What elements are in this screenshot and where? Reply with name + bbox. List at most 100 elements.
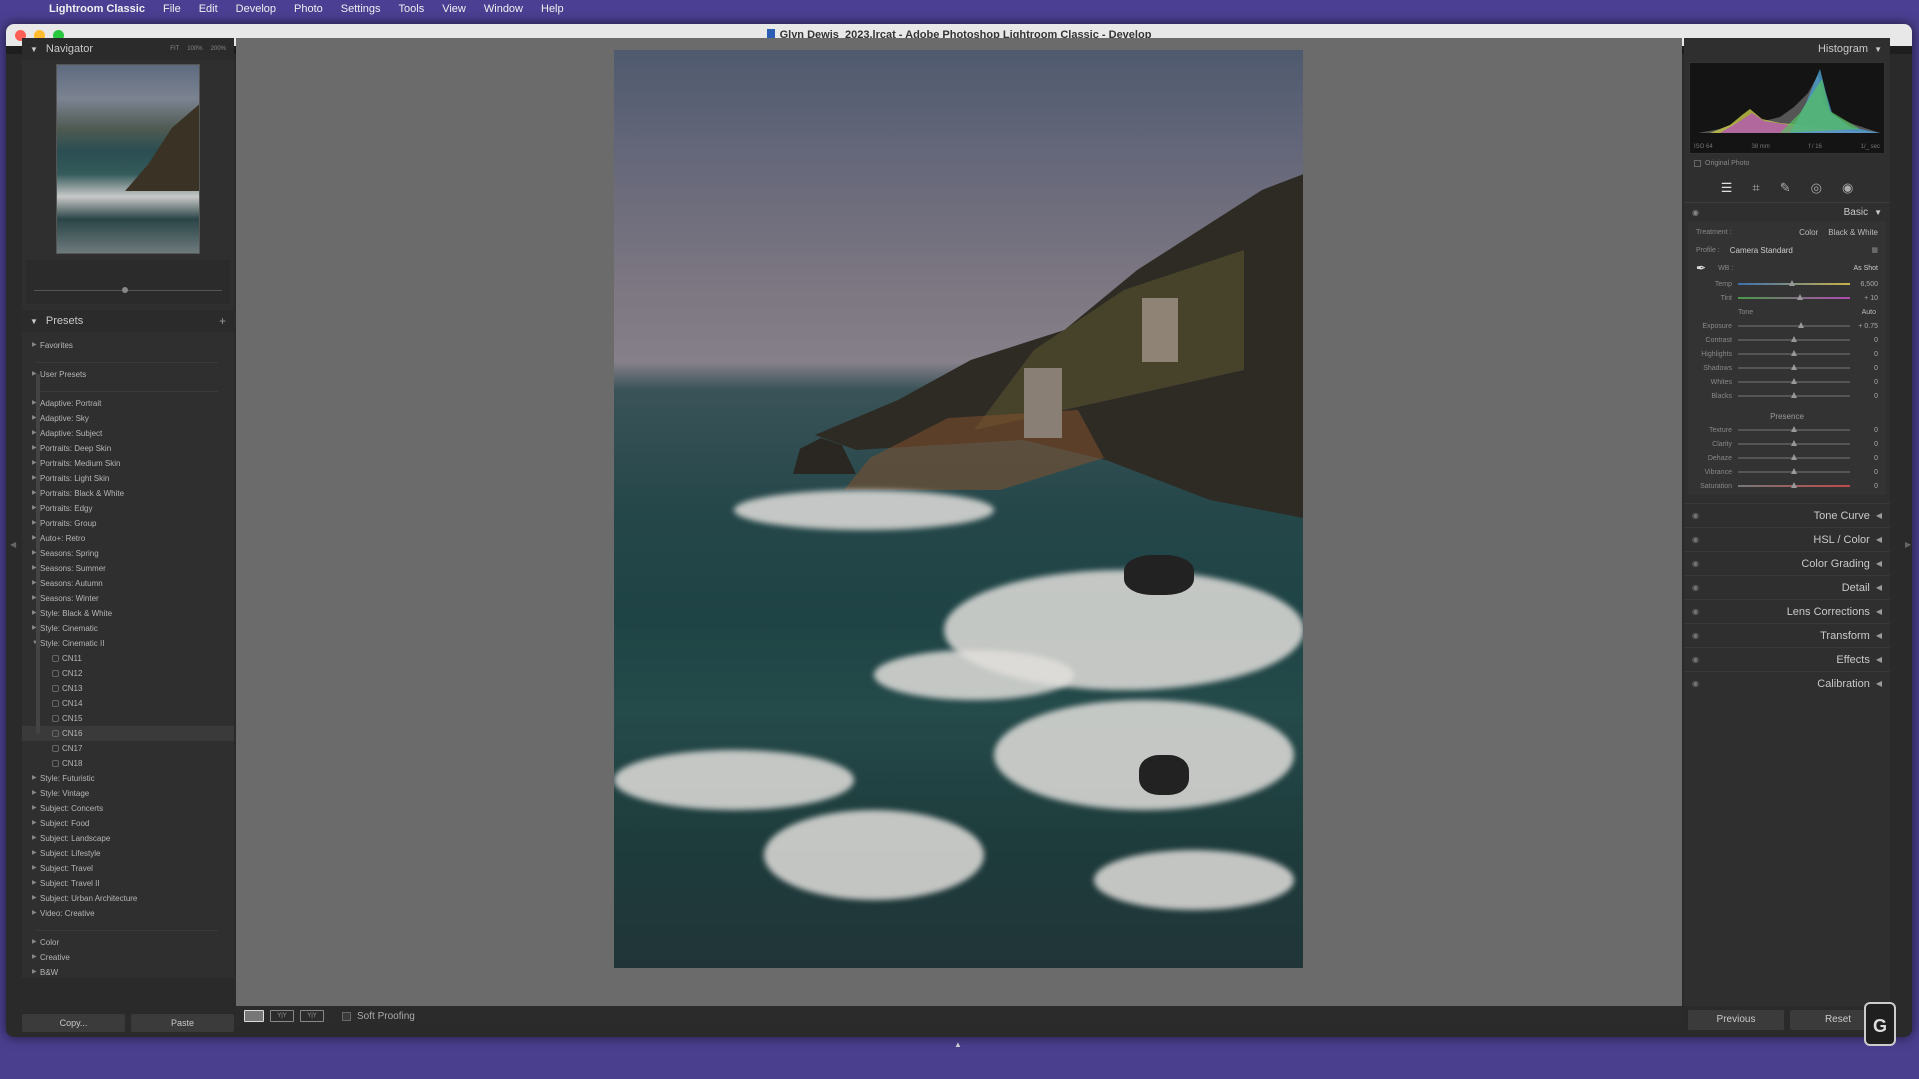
slider-value[interactable]: 0 [1856, 441, 1878, 448]
preset-group[interactable]: ▶ Style: Vintage [22, 786, 234, 801]
preset-group[interactable]: ▶ Seasons: Winter [22, 591, 234, 606]
preset-group[interactable]: ▶ Subject: Travel II [22, 876, 234, 891]
slider-value[interactable]: 0 [1856, 379, 1878, 386]
slider-value[interactable]: 0 [1856, 393, 1878, 400]
eye-icon[interactable]: ◉ [1692, 631, 1699, 640]
slider-track[interactable] [1738, 378, 1850, 384]
preset-group[interactable]: ▶ Subject: Urban Architecture [22, 891, 234, 906]
slider-contrast[interactable]: Contrast 0 [1688, 333, 1886, 347]
slider-value[interactable]: 0 [1856, 351, 1878, 358]
slider-track[interactable] [1738, 440, 1850, 446]
preset-group[interactable]: ▶ Seasons: Spring [22, 546, 234, 561]
slider-highlights[interactable]: Highlights 0 [1688, 347, 1886, 361]
menu-help[interactable]: Help [532, 3, 573, 15]
slider-value[interactable]: 0 [1856, 365, 1878, 372]
slider-thumb[interactable] [1797, 322, 1804, 328]
preset-item[interactable]: CN17 [22, 741, 234, 756]
slider-thumb[interactable] [1791, 440, 1797, 446]
zoom-fit-option[interactable]: FIT [170, 46, 179, 52]
slider-track[interactable] [1738, 482, 1850, 488]
slider-tint[interactable]: Tint + 10 [1688, 291, 1886, 305]
preset-group[interactable]: ▶ Style: Futuristic [22, 771, 234, 786]
preset-group[interactable]: ▶ Adaptive: Portrait [22, 396, 234, 411]
preset-item[interactable]: CN11 [22, 651, 234, 666]
auto-tone-button[interactable]: Auto [1862, 309, 1876, 316]
preset-item[interactable]: CN12 [22, 666, 234, 681]
main-photo[interactable] [614, 50, 1303, 968]
histogram-header[interactable]: Histogram ▼ [1684, 38, 1890, 60]
preset-group[interactable]: ▶ Subject: Concerts [22, 801, 234, 816]
before-after-lr-button[interactable]: Y|Y [270, 1010, 294, 1022]
slider-track[interactable] [1738, 322, 1850, 328]
menu-develop[interactable]: Develop [227, 3, 285, 15]
slider-track[interactable] [1738, 392, 1850, 398]
preset-group[interactable]: ▶ Subject: Landscape [22, 831, 234, 846]
slider-value[interactable]: 0 [1856, 455, 1878, 462]
copy-button[interactable]: Copy... [22, 1014, 125, 1032]
presets-scrollbar[interactable] [36, 374, 40, 734]
slider-value[interactable]: 0 [1856, 483, 1878, 490]
panel-calibration[interactable]: ◉ Calibration ◀ [1684, 671, 1890, 695]
slider-value[interactable]: 0 [1856, 469, 1878, 476]
slider-shadows[interactable]: Shadows 0 [1688, 361, 1886, 375]
slider-value[interactable]: + 0.75 [1856, 323, 1878, 330]
menu-window[interactable]: Window [475, 3, 532, 15]
preset-group[interactable]: ▶ Favorites [22, 338, 234, 353]
slider-thumb[interactable] [1791, 364, 1797, 370]
red-eye-icon[interactable]: ◎ [1811, 180, 1822, 196]
profile-browser-icon[interactable]: ▦ [1871, 246, 1878, 254]
before-after-tb-button[interactable]: Y|Y [300, 1010, 324, 1022]
eye-icon[interactable]: ◉ [1692, 559, 1699, 568]
preset-group[interactable]: ▶ Creative [22, 950, 234, 965]
preset-group[interactable]: ▶ Adaptive: Subject [22, 426, 234, 441]
basic-header[interactable]: ◉ Basic ▼ [1684, 203, 1890, 221]
paste-button[interactable]: Paste [131, 1014, 234, 1032]
preset-group[interactable]: ▶ Style: Black & White [22, 606, 234, 621]
preset-group[interactable]: ▶ Portraits: Edgy [22, 501, 234, 516]
previous-button[interactable]: Previous [1688, 1010, 1784, 1030]
slider-thumb[interactable] [1791, 378, 1797, 384]
preset-group[interactable]: ▶ Portraits: Black & White [22, 486, 234, 501]
loupe-view-button[interactable] [244, 1010, 264, 1022]
panel-color-grading[interactable]: ◉ Color Grading ◀ [1684, 551, 1890, 575]
filmstrip-toggle-icon[interactable]: ▲ [954, 1040, 962, 1049]
slider-exposure[interactable]: Exposure + 0.75 [1688, 319, 1886, 333]
slider-track[interactable] [1738, 280, 1850, 286]
panel-detail[interactable]: ◉ Detail ◀ [1684, 575, 1890, 599]
eye-icon[interactable]: ◉ [1692, 511, 1699, 520]
navigator-slider-knob[interactable] [122, 287, 128, 293]
slider-temp[interactable]: Temp 6,500 [1688, 277, 1886, 291]
eye-icon[interactable]: ◉ [1692, 655, 1699, 664]
slider-thumb[interactable] [1791, 454, 1797, 460]
slider-thumb[interactable] [1791, 426, 1797, 432]
slider-whites[interactable]: Whites 0 [1688, 375, 1886, 389]
original-photo-checkbox[interactable] [1694, 160, 1701, 167]
preset-group[interactable]: ▼ Style: Cinematic II [22, 636, 234, 651]
slider-track[interactable] [1738, 454, 1850, 460]
preset-group[interactable]: ▶ Seasons: Summer [22, 561, 234, 576]
preset-group[interactable]: ▶ Subject: Travel [22, 861, 234, 876]
preset-group[interactable]: ▶ B&W [22, 965, 234, 980]
navigator-header[interactable]: ▼ Navigator FIT 100% 200% [22, 38, 234, 60]
slider-track[interactable] [1738, 468, 1850, 474]
slider-track[interactable] [1738, 336, 1850, 342]
wb-dropdown[interactable]: As Shot [1853, 265, 1878, 272]
panel-lens-corrections[interactable]: ◉ Lens Corrections ◀ [1684, 599, 1890, 623]
preset-group[interactable]: ▶ Subject: Lifestyle [22, 846, 234, 861]
slider-thumb[interactable] [1791, 336, 1797, 342]
slider-thumb[interactable] [1791, 468, 1797, 474]
panel-effects[interactable]: ◉ Effects ◀ [1684, 647, 1890, 671]
panel-tone-curve[interactable]: ◉ Tone Curve ◀ [1684, 503, 1890, 527]
eye-icon[interactable]: ◉ [1692, 583, 1699, 592]
slider-thumb[interactable] [1796, 294, 1803, 300]
slider-dehaze[interactable]: Dehaze 0 [1688, 451, 1886, 465]
eye-icon[interactable]: ◉ [1692, 679, 1699, 688]
treatment-bw-option[interactable]: Black & White [1828, 228, 1878, 237]
original-photo-toggle[interactable]: Original Photo [1684, 154, 1890, 173]
preset-item[interactable]: CN16 [22, 726, 234, 741]
slider-vibrance[interactable]: Vibrance 0 [1688, 465, 1886, 479]
preset-item[interactable]: CN18 [22, 756, 234, 771]
preset-item[interactable]: CN13 [22, 681, 234, 696]
slider-blacks[interactable]: Blacks 0 [1688, 389, 1886, 403]
slider-thumb[interactable] [1791, 350, 1797, 356]
